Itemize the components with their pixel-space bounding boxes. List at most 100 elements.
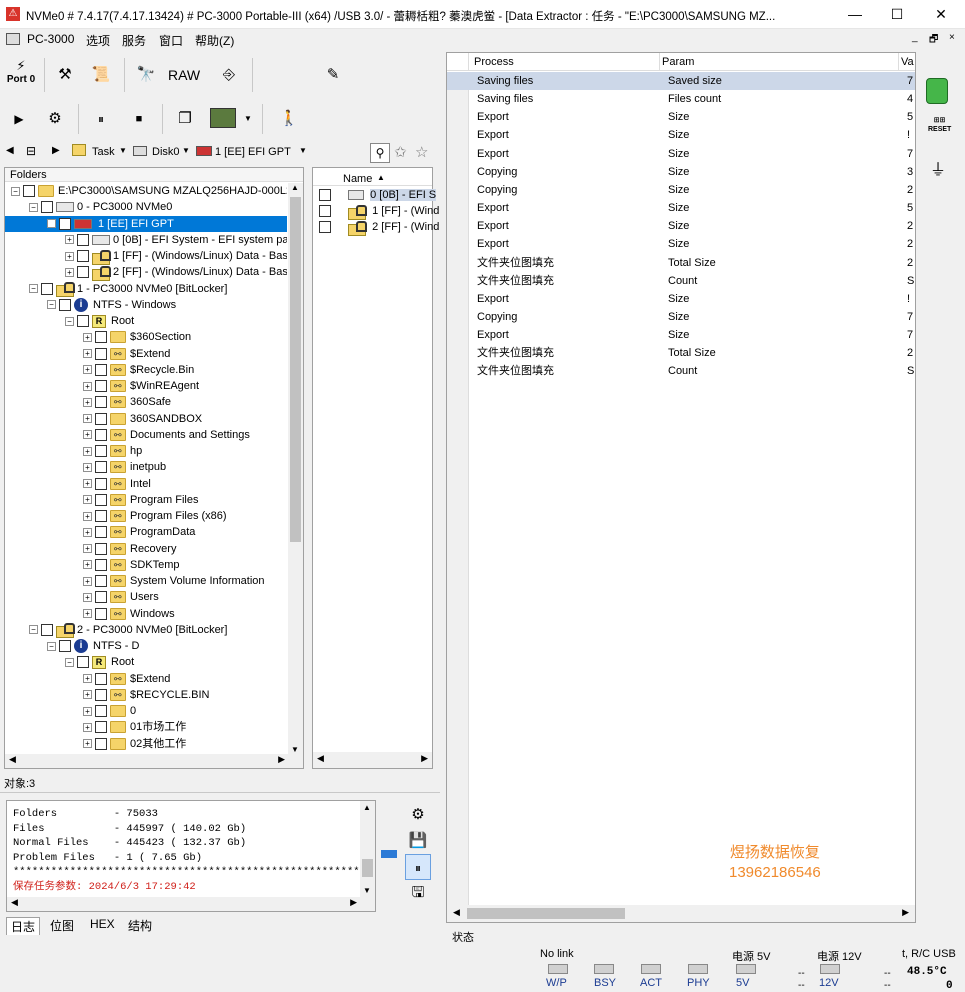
table-row[interactable]: 文件夹位图填充 Total Size 2 <box>447 254 915 272</box>
checkbox[interactable] <box>95 477 107 490</box>
breadcrumb-partition[interactable]: 1 [EE] EFI GPT <box>215 146 291 158</box>
table-row[interactable]: Export Size 2 <box>447 217 915 235</box>
tree-node[interactable]: + Program Files (x86) <box>83 508 227 524</box>
expand-icon[interactable]: + <box>83 365 92 375</box>
checkbox[interactable] <box>95 705 107 718</box>
expand-icon[interactable]: + <box>83 397 92 407</box>
scroll-thumb[interactable] <box>362 859 373 877</box>
tree-node[interactable]: +02其他工作 <box>83 736 186 752</box>
table-row[interactable]: Saving files Saved size 7 <box>447 72 915 90</box>
tree-node[interactable]: + inetpub <box>83 459 166 475</box>
log-vertical-scrollbar[interactable]: ▲ ▼ <box>360 801 375 897</box>
edit-document-icon[interactable]: ✎ <box>320 62 346 88</box>
process-column-header[interactable]: Process <box>474 56 514 68</box>
save-icon[interactable]: 💾 <box>405 828 431 854</box>
tree-node[interactable]: − 0 - PC3000 NVMe0 <box>29 199 172 215</box>
scroll-down-icon[interactable]: ▼ <box>363 886 371 895</box>
tree-node[interactable]: +360Safe <box>83 394 171 410</box>
forward-icon[interactable]: ▶ <box>52 145 60 156</box>
log-horizontal-scrollbar[interactable]: ◀ ▶ <box>7 897 375 911</box>
table-row[interactable]: Export Size 7 <box>447 326 915 344</box>
maximize-button[interactable]: ☐ <box>882 4 912 24</box>
breadcrumb-task[interactable]: Task <box>92 146 115 158</box>
checkbox[interactable] <box>95 331 107 344</box>
table-row[interactable]: Export Size 2 <box>447 235 915 253</box>
collapse-icon[interactable]: − <box>65 657 74 667</box>
tree-node[interactable]: + Documents and Settings <box>83 427 250 443</box>
pause-log-icon[interactable]: ⏸ <box>405 854 431 880</box>
database-icon[interactable] <box>926 78 948 104</box>
checkbox[interactable] <box>95 396 107 409</box>
expand-icon[interactable]: + <box>83 722 92 732</box>
tab-hex[interactable]: HEX <box>90 917 115 931</box>
checkbox[interactable] <box>95 363 107 376</box>
collapse-icon[interactable]: − <box>29 284 38 294</box>
checkbox[interactable] <box>77 656 89 669</box>
play-icon[interactable]: ▶ <box>6 106 32 132</box>
checkbox[interactable] <box>95 412 107 425</box>
expand-icon[interactable]: + <box>83 446 92 456</box>
menu-pc3000[interactable]: PC-3000 <box>27 32 74 46</box>
tree-node[interactable]: +01市场工作 <box>83 719 186 735</box>
star-filter-icon[interactable]: ✩ <box>394 143 407 161</box>
collapse-icon[interactable]: − <box>47 300 56 310</box>
checkbox[interactable] <box>95 542 107 555</box>
collapse-icon[interactable]: − <box>11 186 20 196</box>
chevron-down-icon[interactable]: ▼ <box>299 146 307 155</box>
table-row[interactable]: Export Size! <box>447 290 915 308</box>
network-icon[interactable]: ⚙ <box>42 106 68 132</box>
chevron-down-icon[interactable]: ▼ <box>244 114 252 123</box>
file-row[interactable]: 2 [FF] - (Wind <box>313 219 439 236</box>
menu-window[interactable]: 窗口 <box>159 32 183 49</box>
checkbox[interactable] <box>319 221 331 234</box>
checkbox[interactable] <box>23 185 35 198</box>
expand-icon[interactable]: + <box>83 674 92 684</box>
tree-node[interactable]: + hp <box>83 443 142 459</box>
tree-node[interactable]: + $RECYCLE.BIN <box>83 687 209 703</box>
tree-node[interactable]: +1 [FF] - (Windows/Linux) Data - Basic <box>65 248 287 265</box>
table-row[interactable]: Copying Size 3 <box>447 163 915 181</box>
script-icon[interactable]: 📜 <box>88 62 114 88</box>
param-column-header[interactable]: Param <box>662 56 694 68</box>
tree-node[interactable]: + SDKTemp <box>83 557 180 573</box>
menu-options[interactable]: 选项 <box>86 32 110 49</box>
save-as-icon[interactable]: 🖫 <box>405 880 431 906</box>
expand-icon[interactable]: + <box>65 251 74 261</box>
scroll-up-icon[interactable]: ▲ <box>291 183 299 192</box>
table-row[interactable]: 文件夹位图填充 Total Size 2 <box>447 344 915 362</box>
checkbox[interactable] <box>41 623 53 636</box>
collapse-icon[interactable]: − <box>29 625 38 635</box>
scroll-left-icon[interactable]: ◀ <box>453 907 460 918</box>
name-column-header[interactable]: Name <box>343 173 372 185</box>
tab-structure[interactable]: 结构 <box>128 917 152 934</box>
value-column-header[interactable]: Va <box>901 56 914 68</box>
tree-node[interactable]: + $WinREAgent <box>83 378 199 394</box>
table-row[interactable]: 文件夹位图填充 Count S <box>447 272 915 290</box>
checkbox[interactable] <box>95 575 107 588</box>
grid-horizontal-scrollbar[interactable]: ◀ ▶ <box>447 905 915 922</box>
tree-horizontal-scrollbar[interactable]: ◀ ▶ <box>5 754 303 768</box>
expand-icon[interactable]: + <box>83 739 92 749</box>
table-row[interactable]: Copying Size 7 <box>447 308 915 326</box>
tree-node[interactable]: + $Extend <box>83 346 170 362</box>
checkbox[interactable] <box>59 217 71 230</box>
expand-icon[interactable]: + <box>83 430 92 440</box>
expand-icon[interactable]: + <box>83 349 92 359</box>
checkbox[interactable] <box>95 526 107 539</box>
tree-node[interactable]: − i NTFS - D <box>47 638 139 654</box>
tree-node[interactable]: − E:\PC3000\SAMSUNG MZALQ256HAJD-000L2- <box>11 183 287 199</box>
tree-node[interactable]: + Program Files <box>83 492 198 508</box>
table-row[interactable]: Export Size 5 <box>447 199 915 217</box>
tree-node[interactable]: − R Root <box>65 654 134 670</box>
exit-icon[interactable]: 🚶 <box>276 106 302 132</box>
expand-icon[interactable]: + <box>83 544 92 554</box>
scroll-left-icon[interactable]: ◀ <box>317 753 324 764</box>
tree-node[interactable]: +0 [0B] - EFI System - EFI system partit… <box>65 232 287 248</box>
tree-node[interactable]: − 1 - PC3000 NVMe0 [BitLocker] <box>29 281 227 298</box>
checkbox[interactable] <box>95 558 107 571</box>
expand-icon[interactable]: + <box>83 414 92 424</box>
tree-node[interactable]: + Windows <box>83 606 175 622</box>
tab-bitmap[interactable]: 位图 <box>50 917 74 934</box>
pause-icon[interactable]: ⏸ <box>88 106 114 132</box>
scroll-thumb[interactable] <box>290 197 301 542</box>
